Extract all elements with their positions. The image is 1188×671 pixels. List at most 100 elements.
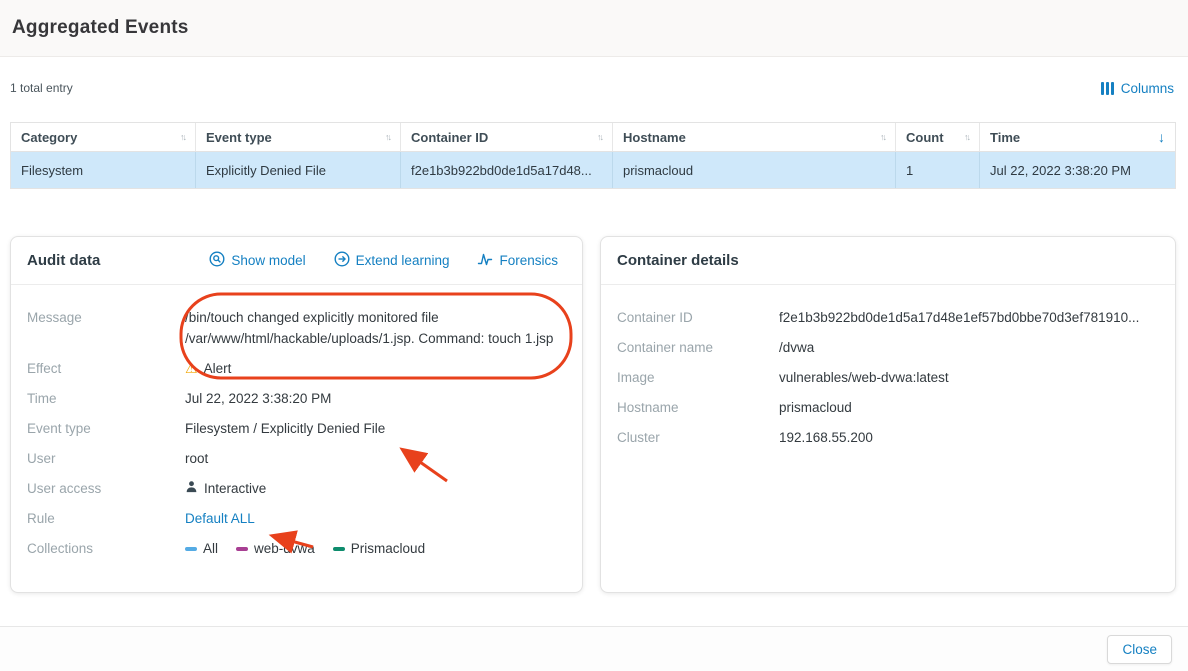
field-row-effect: Effect ⚠ Alert xyxy=(27,358,566,379)
time-label: Time xyxy=(27,388,185,409)
rule-value: Default ALL xyxy=(185,508,566,529)
collection-tag-web-dvwa: web-dvwa xyxy=(236,538,315,559)
user-access-value: Interactive xyxy=(185,478,566,499)
events-table: Category ↑↓ Event type ↑↓ Container ID ↑… xyxy=(10,122,1176,189)
table-header-row: Category ↑↓ Event type ↑↓ Container ID ↑… xyxy=(10,122,1176,152)
message-label: Message xyxy=(27,307,185,328)
cell-count: 1 xyxy=(896,152,980,188)
effect-value-text: Alert xyxy=(204,358,232,379)
sort-both-icon[interactable]: ↑↓ xyxy=(964,132,969,142)
collection-swatch xyxy=(185,547,197,551)
sort-desc-icon[interactable]: ↓ xyxy=(1158,129,1165,145)
collection-name: Prismacloud xyxy=(351,538,425,559)
column-header-category[interactable]: Category ↑↓ xyxy=(11,123,196,151)
image-label: Image xyxy=(617,367,779,388)
columns-icon xyxy=(1101,82,1114,95)
container-id-label: Container ID xyxy=(617,307,779,328)
column-label-category: Category xyxy=(21,130,77,145)
forensics-label: Forensics xyxy=(499,253,558,268)
cell-time: Jul 22, 2022 3:38:20 PM xyxy=(980,152,1175,188)
image-value: vulnerables/web-dvwa:latest xyxy=(779,367,1159,388)
field-row-collections: Collections All web-dvwa Prismacloud xyxy=(27,538,566,559)
column-header-count[interactable]: Count ↑↓ xyxy=(896,123,980,151)
event-type-label: Event type xyxy=(27,418,185,439)
audit-card-actions: Show model Extend learning xyxy=(209,251,558,270)
columns-button-label: Columns xyxy=(1121,81,1174,96)
column-label-container-id: Container ID xyxy=(411,130,488,145)
dialog-header: Aggregated Events xyxy=(0,0,1188,57)
sort-both-icon[interactable]: ↑↓ xyxy=(180,132,185,142)
columns-button[interactable]: Columns xyxy=(1101,81,1174,96)
column-header-container-id[interactable]: Container ID ↑↓ xyxy=(401,123,613,151)
sort-both-icon[interactable]: ↑↓ xyxy=(597,132,602,142)
column-header-time[interactable]: Time ↓ xyxy=(980,123,1175,151)
container-name-label: Container name xyxy=(617,337,779,358)
field-row-message: Message /bin/touch changed explicitly mo… xyxy=(27,307,566,349)
cell-event-type: Explicitly Denied File xyxy=(196,152,401,188)
show-model-icon xyxy=(209,251,225,270)
column-header-event-type[interactable]: Event type ↑↓ xyxy=(196,123,401,151)
dialog-footer: Close xyxy=(0,626,1188,671)
collections-value: All web-dvwa Prismacloud xyxy=(185,538,566,559)
user-access-value-text: Interactive xyxy=(204,478,266,499)
audit-card-header: Audit data Show model xyxy=(11,237,582,285)
time-value: Jul 22, 2022 3:38:20 PM xyxy=(185,388,566,409)
user-value: root xyxy=(185,448,566,469)
cell-hostname: prismacloud xyxy=(613,152,896,188)
container-name-value: /dvwa xyxy=(779,337,1159,358)
collection-swatch xyxy=(236,547,248,551)
hostname-value: prismacloud xyxy=(779,397,1159,418)
warning-icon: ⚠ xyxy=(185,358,198,379)
field-row-image: Image vulnerables/web-dvwa:latest xyxy=(617,367,1159,388)
field-row-cluster: Cluster 192.168.55.200 xyxy=(617,427,1159,448)
effect-value: ⚠ Alert xyxy=(185,358,566,379)
user-access-label: User access xyxy=(27,478,185,499)
collection-tag-all: All xyxy=(185,538,218,559)
field-row-hostname: Hostname prismacloud xyxy=(617,397,1159,418)
column-label-time: Time xyxy=(990,130,1020,145)
rule-label: Rule xyxy=(27,508,185,529)
collection-swatch xyxy=(333,547,345,551)
column-label-count: Count xyxy=(906,130,944,145)
extend-learning-button[interactable]: Extend learning xyxy=(334,251,450,270)
event-type-value: Filesystem / Explicitly Denied File xyxy=(185,418,566,439)
field-row-container-id: Container ID f2e1b3b922bd0de1d5a17d48e1e… xyxy=(617,307,1159,328)
audit-card-title: Audit data xyxy=(27,252,100,269)
forensics-icon xyxy=(477,251,493,270)
effect-label: Effect xyxy=(27,358,185,379)
field-row-rule: Rule Default ALL xyxy=(27,508,566,529)
rule-link[interactable]: Default ALL xyxy=(185,511,255,526)
user-label: User xyxy=(27,448,185,469)
field-row-event-type: Event type Filesystem / Explicitly Denie… xyxy=(27,418,566,439)
aggregated-events-dialog: Aggregated Events 1 total entry Columns … xyxy=(0,0,1188,671)
collection-name: web-dvwa xyxy=(254,538,315,559)
show-model-button[interactable]: Show model xyxy=(209,251,305,270)
field-row-time: Time Jul 22, 2022 3:38:20 PM xyxy=(27,388,566,409)
container-card-body: Container ID f2e1b3b922bd0de1d5a17d48e1e… xyxy=(601,285,1175,448)
container-card-header: Container details xyxy=(601,237,1175,285)
collection-name: All xyxy=(203,538,218,559)
user-icon xyxy=(185,478,198,499)
audit-data-card: Audit data Show model xyxy=(10,236,583,593)
extend-learning-label: Extend learning xyxy=(356,253,450,268)
field-row-container-name: Container name /dvwa xyxy=(617,337,1159,358)
close-button[interactable]: Close xyxy=(1107,635,1172,664)
table-row[interactable]: Filesystem Explicitly Denied File f2e1b3… xyxy=(10,152,1176,189)
container-card-title: Container details xyxy=(617,252,739,269)
page-title: Aggregated Events xyxy=(12,17,189,39)
cell-container-id: f2e1b3b922bd0de1d5a17d48... xyxy=(401,152,613,188)
container-details-card: Container details Container ID f2e1b3b92… xyxy=(600,236,1176,593)
cluster-value: 192.168.55.200 xyxy=(779,427,1159,448)
forensics-button[interactable]: Forensics xyxy=(477,251,558,270)
total-entries-text: 1 total entry xyxy=(10,81,73,95)
extend-learning-icon xyxy=(334,251,350,270)
collections-label: Collections xyxy=(27,538,185,559)
column-label-event-type: Event type xyxy=(206,130,272,145)
collection-tag-prismacloud: Prismacloud xyxy=(333,538,425,559)
column-header-hostname[interactable]: Hostname ↑↓ xyxy=(613,123,896,151)
hostname-label: Hostname xyxy=(617,397,779,418)
show-model-label: Show model xyxy=(231,253,305,268)
sort-both-icon[interactable]: ↑↓ xyxy=(385,132,390,142)
sort-both-icon[interactable]: ↑↓ xyxy=(880,132,885,142)
audit-card-body: Message /bin/touch changed explicitly mo… xyxy=(11,285,582,559)
